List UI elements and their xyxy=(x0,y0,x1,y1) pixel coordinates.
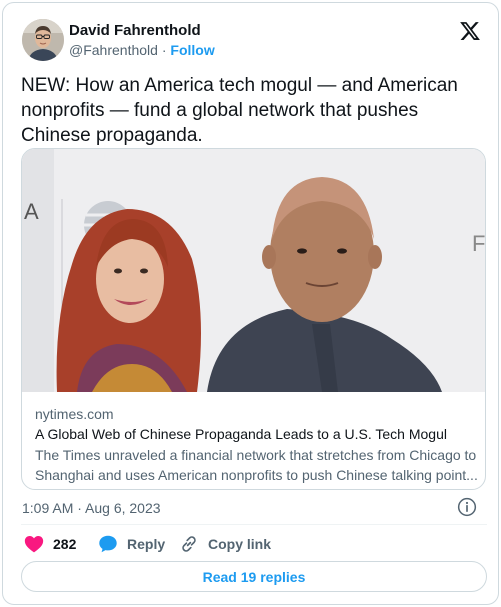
link-icon xyxy=(182,536,196,552)
tweet-embed-card: David Fahrenthold @Fahrenthold · Follow … xyxy=(2,2,499,605)
copy-link-label: Copy link xyxy=(208,536,272,552)
avatar[interactable] xyxy=(22,19,64,61)
action-bar: 282 Reply Copy link xyxy=(21,533,487,555)
link-preview-image: A &t F xyxy=(22,149,485,392)
link-description-line: Shanghai and uses American nonprofits to… xyxy=(35,467,477,483)
x-logo-icon[interactable] xyxy=(459,20,481,42)
author-handle-row: @Fahrenthold · Follow xyxy=(69,41,215,59)
avatar-photo xyxy=(22,19,64,61)
link-domain: nytimes.com xyxy=(35,406,114,422)
link-description-line: The Times unraveled a financial network … xyxy=(35,447,477,463)
svg-text:F: F xyxy=(472,231,485,256)
reply-button[interactable]: Reply xyxy=(97,533,165,555)
heart-icon xyxy=(24,536,44,553)
like-button[interactable]: 282 xyxy=(23,533,76,555)
author-handle[interactable]: @Fahrenthold xyxy=(69,42,158,58)
reply-label: Reply xyxy=(127,536,166,552)
follow-button[interactable]: Follow xyxy=(170,42,214,58)
handle-separator: · xyxy=(161,42,167,58)
reply-bubble-icon xyxy=(99,535,117,553)
read-replies-button[interactable]: Read 19 replies xyxy=(21,561,487,592)
divider xyxy=(21,524,487,525)
like-count: 282 xyxy=(53,536,77,552)
link-preview-card[interactable]: A &t F nytimes.com A xyxy=(21,148,486,490)
link-title: A Global Web of Chinese Propaganda Leads… xyxy=(35,426,447,442)
tweet-timestamp[interactable]: 1:09 AM · Aug 6, 2023 xyxy=(22,499,161,517)
tweet-text: NEW: How an America tech mogul — and Ame… xyxy=(21,75,458,146)
link-description: The Times unraveled a financial network … xyxy=(35,445,477,485)
author-name[interactable]: David Fahrenthold xyxy=(69,22,201,40)
svg-text:A: A xyxy=(24,199,39,224)
info-icon[interactable] xyxy=(457,497,477,517)
copy-link-button[interactable]: Copy link xyxy=(178,533,271,555)
